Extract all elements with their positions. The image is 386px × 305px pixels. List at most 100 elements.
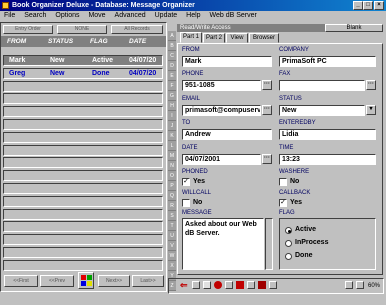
flag-inprocess-radio[interactable] xyxy=(285,240,292,247)
message-textarea[interactable]: Asked about our Web dB Server. xyxy=(182,218,264,270)
date-field[interactable]: 04/07/2001 xyxy=(182,154,261,165)
empty-list-row[interactable] xyxy=(3,119,163,130)
letter-index-d[interactable]: D xyxy=(168,61,176,71)
empty-list-row[interactable] xyxy=(3,80,163,92)
empty-list-row[interactable] xyxy=(3,208,163,220)
filter-icon[interactable] xyxy=(258,281,266,289)
empty-list-row[interactable] xyxy=(3,93,163,105)
tab-part-1[interactable]: Part 1 xyxy=(180,32,202,43)
tab-browser[interactable]: Browser xyxy=(249,33,279,43)
flag-active-radio[interactable] xyxy=(285,227,292,234)
menu-help[interactable]: Help xyxy=(186,12,200,19)
letter-index-b[interactable]: B xyxy=(168,41,176,51)
help-icon[interactable] xyxy=(225,281,233,289)
letter-index-q[interactable]: Q xyxy=(168,191,176,201)
col-from[interactable]: FROM xyxy=(7,36,26,47)
print-icon[interactable] xyxy=(192,281,200,289)
blank-button[interactable]: Blank xyxy=(325,24,383,32)
empty-list-row[interactable] xyxy=(3,170,163,182)
email-lookup-button[interactable]: ··· xyxy=(262,105,272,115)
letter-index-t[interactable]: T xyxy=(168,221,176,231)
washere-checkbox[interactable] xyxy=(279,178,287,186)
empty-list-row[interactable] xyxy=(3,259,163,271)
flag-done-radio[interactable] xyxy=(285,253,292,260)
maximize-button[interactable]: □ xyxy=(363,1,373,10)
letter-index-g[interactable]: G xyxy=(168,91,176,101)
email-field[interactable]: primasoft@compuserv xyxy=(182,105,261,116)
prev-button[interactable]: <<Prev xyxy=(40,275,74,287)
letter-index-j[interactable]: J xyxy=(168,121,176,131)
fax-field[interactable] xyxy=(279,80,365,91)
letter-index-r[interactable]: R xyxy=(168,201,176,211)
back-arrow-icon[interactable]: ⇐ xyxy=(180,281,188,290)
menu-move[interactable]: Move xyxy=(88,12,105,19)
minimize-button[interactable]: _ xyxy=(353,1,363,10)
empty-list-row[interactable] xyxy=(3,106,163,118)
letter-index-k[interactable]: K xyxy=(168,131,176,141)
willcall-checkbox[interactable] xyxy=(182,199,190,207)
delete-icon[interactable] xyxy=(214,281,222,289)
col-date[interactable]: DATE xyxy=(129,36,146,47)
col-status[interactable]: STATUS xyxy=(48,36,73,47)
letter-index-s[interactable]: S xyxy=(168,211,176,221)
menu-search[interactable]: Search xyxy=(24,12,46,19)
tab-part-2[interactable]: Part 2 xyxy=(203,33,225,43)
search-icon[interactable] xyxy=(247,281,255,289)
stop-icon[interactable] xyxy=(236,281,244,289)
phoned-checkbox[interactable]: ✓ xyxy=(182,178,190,186)
status-select[interactable]: New xyxy=(279,105,365,116)
phone-lookup-button[interactable]: ··· xyxy=(262,80,272,90)
letter-index-m[interactable]: M xyxy=(168,151,176,161)
empty-list-row[interactable] xyxy=(3,144,163,156)
from-field[interactable]: Mark xyxy=(182,56,272,67)
letter-index-n[interactable]: N xyxy=(168,161,176,171)
last-button[interactable]: Last>> xyxy=(132,275,164,287)
menu-file[interactable]: File xyxy=(4,12,15,19)
letter-index-o[interactable]: O xyxy=(168,171,176,181)
letter-index-h[interactable]: H xyxy=(168,101,176,111)
letter-index-u[interactable]: U xyxy=(168,231,176,241)
tab-view[interactable]: View xyxy=(226,33,248,43)
empty-list-row[interactable] xyxy=(3,195,163,207)
status-dropdown-button[interactable]: ▾ xyxy=(366,105,376,115)
enteredby-field[interactable]: Lidia xyxy=(279,129,376,140)
empty-list-row[interactable] xyxy=(3,131,163,143)
all-records-button[interactable]: All Records xyxy=(111,25,163,34)
letter-index-c[interactable]: C xyxy=(168,51,176,61)
letter-index-e[interactable]: E xyxy=(168,71,176,81)
sort-none-button[interactable]: NONE xyxy=(57,25,107,34)
fax-lookup-button[interactable]: ··· xyxy=(366,80,376,90)
letter-index-f[interactable]: F xyxy=(168,81,176,91)
list-row[interactable]: Mark New Active 04/07/20 xyxy=(3,55,163,66)
empty-list-row[interactable] xyxy=(3,247,163,258)
menu-update[interactable]: Update xyxy=(155,12,178,19)
letter-index-a[interactable]: A xyxy=(168,31,176,41)
empty-list-row[interactable] xyxy=(3,183,163,194)
callback-checkbox[interactable]: ✓ xyxy=(279,199,287,207)
letter-index-l[interactable]: L xyxy=(168,141,176,151)
empty-list-row[interactable] xyxy=(3,157,163,169)
to-field[interactable]: Andrew xyxy=(182,129,272,140)
letter-index-v[interactable]: V xyxy=(168,241,176,251)
close-button[interactable]: × xyxy=(374,1,384,10)
document-icon[interactable] xyxy=(203,281,211,289)
next-button[interactable]: Next>> xyxy=(98,275,130,287)
menu-options[interactable]: Options xyxy=(55,12,79,19)
first-button[interactable]: <<First xyxy=(4,275,38,287)
entry-order-button[interactable]: Entry Order xyxy=(3,25,53,34)
camera-icon[interactable] xyxy=(356,281,364,289)
letter-index-w[interactable]: W xyxy=(168,251,176,261)
letter-index-x[interactable]: X xyxy=(168,261,176,271)
list-row[interactable]: Greg New Done 04/07/20 xyxy=(3,68,163,79)
time-field[interactable]: 13:23 xyxy=(279,154,376,165)
colors-icon[interactable] xyxy=(78,272,94,289)
col-flag[interactable]: FLAG xyxy=(90,36,108,47)
empty-list-row[interactable] xyxy=(3,234,163,246)
menu-advanced[interactable]: Advanced xyxy=(115,12,146,19)
company-field[interactable]: PrimaSoft PC xyxy=(279,56,376,67)
menu-web-db-server[interactable]: Web dB Server xyxy=(210,12,257,19)
book-icon[interactable] xyxy=(269,281,277,289)
empty-list-row[interactable] xyxy=(3,221,163,233)
letter-index-i[interactable]: I xyxy=(168,111,176,121)
message-scrollbar[interactable] xyxy=(265,218,273,270)
